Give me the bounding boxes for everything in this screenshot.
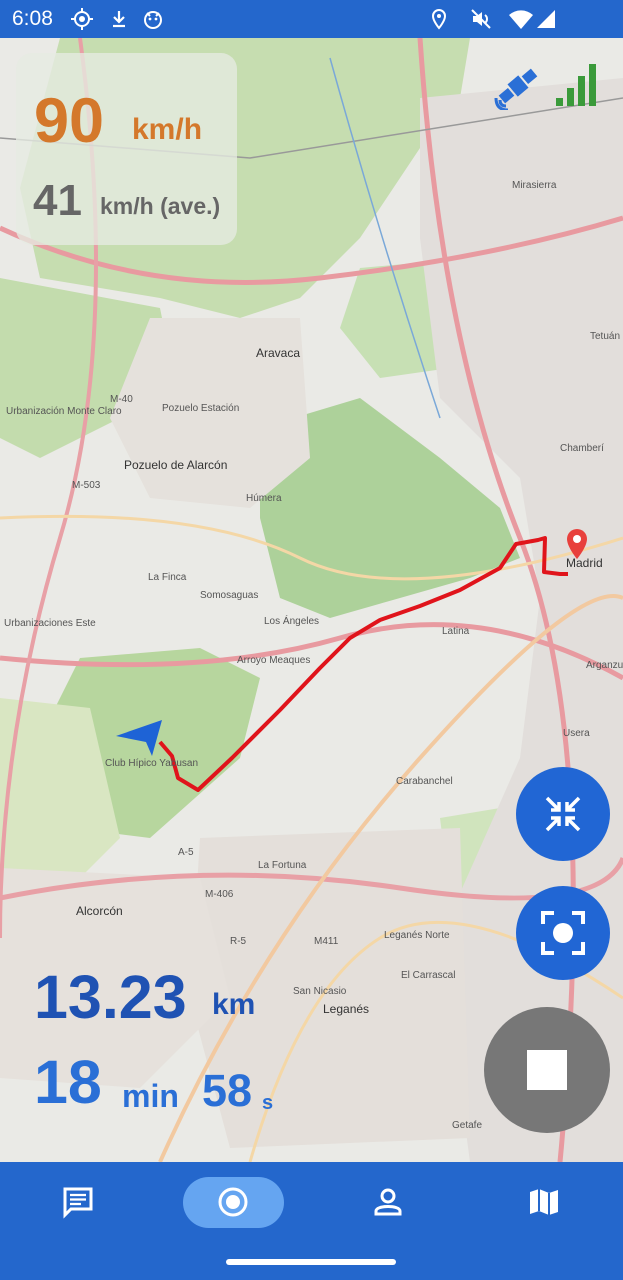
map-label: El Carrascal bbox=[401, 970, 456, 981]
wifi-icon bbox=[509, 10, 533, 29]
map-label: Usera bbox=[563, 728, 590, 739]
map-icon bbox=[530, 1189, 558, 1215]
mute-icon bbox=[471, 9, 491, 29]
current-speed-unit: km/h bbox=[132, 113, 203, 146]
map-label: Urbanizaciones Este bbox=[4, 618, 96, 629]
nav-record-tab[interactable] bbox=[203, 1176, 263, 1228]
map-label: Arroyo Meaques bbox=[237, 655, 311, 666]
current-speed-value: 90 bbox=[34, 86, 105, 156]
nav-profile-tab[interactable] bbox=[358, 1176, 418, 1228]
download-icon bbox=[113, 11, 125, 28]
gesture-area bbox=[0, 1242, 623, 1280]
cell-signal-icon bbox=[537, 10, 555, 28]
gps-crosshair-icon bbox=[71, 8, 93, 30]
map-label: La Finca bbox=[148, 572, 187, 583]
map-label: A-5 bbox=[178, 847, 194, 858]
center-location-button[interactable] bbox=[516, 886, 610, 980]
map-label: M-406 bbox=[205, 889, 234, 900]
nav-notes-tab[interactable] bbox=[48, 1176, 108, 1228]
elapsed-minutes-value: 18 bbox=[34, 1048, 102, 1116]
signal-bars-icon bbox=[556, 64, 596, 106]
map-label: Mirasierra bbox=[512, 180, 557, 191]
app-face-icon bbox=[144, 11, 162, 29]
map-label: M411 bbox=[314, 936, 339, 947]
person-icon bbox=[374, 1188, 402, 1216]
average-speed-value: 41 bbox=[33, 176, 82, 225]
map-label: La Fortuna bbox=[258, 860, 307, 871]
map-label: San Nicasio bbox=[293, 986, 347, 997]
collapse-button[interactable] bbox=[516, 767, 610, 861]
map-label: R-5 bbox=[230, 936, 247, 947]
map-label: Carabanchel bbox=[396, 776, 453, 787]
map-label: Húmera bbox=[246, 493, 282, 504]
map-label: Chamberí bbox=[560, 443, 604, 454]
satellite-icon bbox=[494, 68, 538, 110]
bottom-navigation bbox=[0, 1162, 623, 1242]
map-label: Leganés bbox=[323, 1002, 370, 1016]
location-pin-icon bbox=[431, 8, 447, 30]
map-label: M-503 bbox=[72, 480, 101, 491]
nav-map-tab[interactable] bbox=[514, 1176, 574, 1228]
elapsed-seconds-value: 58 bbox=[202, 1065, 253, 1116]
stop-recording-button[interactable] bbox=[484, 1007, 610, 1133]
home-gesture-bar[interactable] bbox=[226, 1259, 396, 1265]
map-label: Leganés Norte bbox=[384, 930, 450, 941]
position-arrow-icon bbox=[116, 720, 162, 756]
distance-value: 13.23 bbox=[34, 963, 187, 1031]
map-label: Tetuán bbox=[590, 331, 621, 342]
map-label: Pozuelo Estación bbox=[162, 403, 240, 414]
map-label: Urbanización Monte Claro bbox=[6, 406, 122, 417]
map-label: Somosaguas bbox=[200, 590, 259, 601]
destination-marker-icon[interactable] bbox=[566, 528, 588, 560]
map-label: Latina bbox=[442, 626, 470, 637]
notes-icon bbox=[63, 1187, 93, 1219]
collapse-arrows-icon bbox=[545, 796, 581, 832]
map-label: Club Hípico Yabusan bbox=[105, 758, 199, 769]
center-focus-icon bbox=[541, 911, 585, 955]
map-label: Alcorcón bbox=[76, 904, 123, 918]
record-icon bbox=[218, 1187, 248, 1217]
map-label: Arganzuela bbox=[586, 660, 623, 671]
elapsed-minutes-unit: min bbox=[122, 1078, 179, 1114]
map-label: Pozuelo de Alarcón bbox=[124, 458, 228, 472]
map-label: Getafe bbox=[452, 1120, 483, 1131]
distance-unit: km bbox=[212, 988, 256, 1021]
map-label: Aravaca bbox=[256, 346, 301, 360]
stop-icon bbox=[527, 1050, 567, 1090]
map-label: M-40 bbox=[110, 394, 133, 405]
map-label: Los Ángeles bbox=[264, 616, 320, 627]
status-bar: 6:08 bbox=[0, 0, 623, 38]
elapsed-seconds-unit: s bbox=[262, 1092, 274, 1114]
average-speed-unit: km/h (ave.) bbox=[100, 193, 221, 219]
status-time: 6:08 bbox=[12, 7, 53, 30]
